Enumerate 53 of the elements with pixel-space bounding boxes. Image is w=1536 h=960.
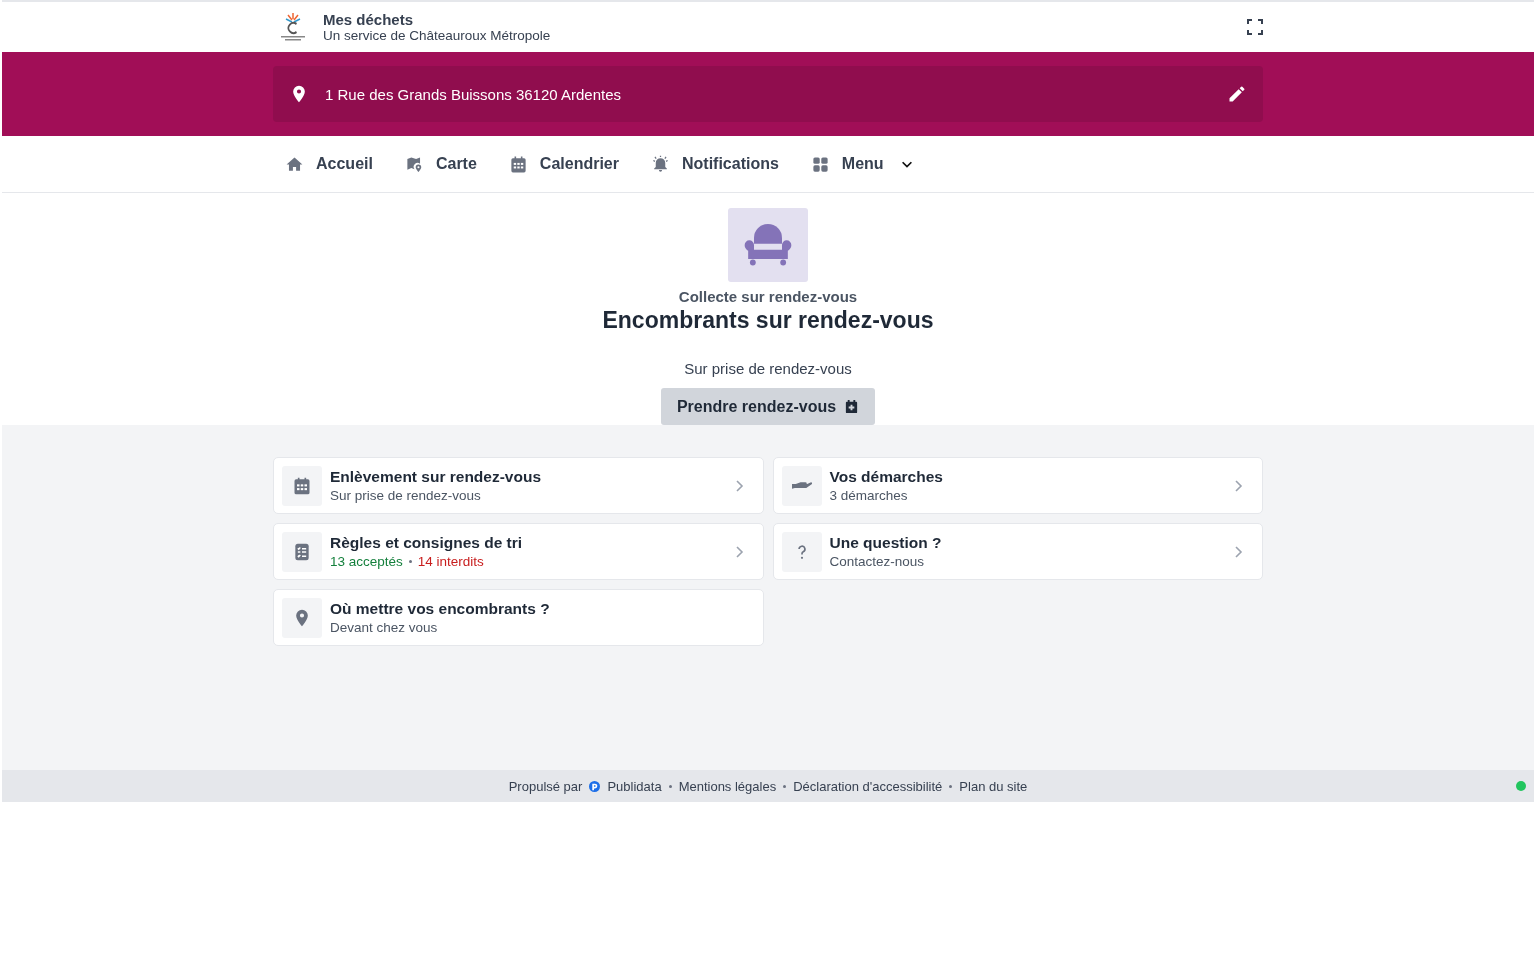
fullscreen-icon <box>1247 19 1263 35</box>
footer-link[interactable]: Plan du site <box>959 778 1028 794</box>
grid-icon <box>810 154 830 174</box>
card-subtitle: 3 démarches <box>829 488 909 503</box>
book-appointment-button[interactable]: Prendre rendez-vous <box>660 388 876 425</box>
nav-link[interactable]: Carte <box>404 154 477 174</box>
address-bar[interactable]: 1 Rue des Grands Buissons 36120 Ardentes <box>273 66 1263 122</box>
checklist-icon <box>292 541 312 562</box>
card-title: Enlèvement sur rendez-vous <box>330 468 543 486</box>
separator-dot <box>408 560 412 563</box>
nav-link[interactable]: Notifications <box>650 154 779 174</box>
calendar-plus-icon <box>844 399 860 414</box>
nav-link[interactable]: Calendrier <box>508 154 619 174</box>
service-card[interactable]: Enlèvement sur rendez-vous Sur prise de rendez-vous <box>273 457 764 514</box>
status-dot <box>1516 781 1526 791</box>
service-card[interactable]: Où mettre vos encombrants ? Devant chez vous <box>273 589 764 646</box>
pencil-icon <box>1227 84 1247 104</box>
nav-link[interactable]: Menu <box>810 154 914 174</box>
nav-link[interactable]: Accueil <box>285 154 373 174</box>
app-subtitle: Un service de Châteauroux Métropole <box>323 28 551 43</box>
house-icon <box>285 154 304 174</box>
calendar-icon <box>292 475 312 496</box>
powered-by-text: Propulsé par <box>508 778 583 794</box>
footer-link[interactable]: Déclaration d'accessibilité <box>793 778 943 794</box>
footer-link[interactable]: Publidata <box>607 778 662 794</box>
card-title: Une question ? <box>829 534 943 552</box>
count-text: 14 interdits <box>417 554 484 569</box>
service-card[interactable]: Une question ? Contactez-nous <box>772 523 1263 580</box>
count-text: 13 acceptés <box>330 554 403 569</box>
bell-icon <box>650 154 670 174</box>
card-subtitle: Contactez-nous <box>829 554 926 569</box>
address-text: 1 Rue des Grands Buissons 36120 Ardentes <box>325 85 623 103</box>
service-description: Sur prise de rendez-vous <box>684 360 852 377</box>
map-pin-icon <box>404 154 424 174</box>
card-subtitle: Sur prise de rendez-vous <box>330 488 482 503</box>
page-title: Encombrants sur rendez-vous <box>602 307 934 334</box>
edit-button[interactable] <box>1227 84 1247 104</box>
calendar-icon <box>508 154 528 174</box>
separator-dot <box>668 784 672 788</box>
app-title: Mes déchets <box>323 11 415 28</box>
card-subtitle: Devant chez vous <box>330 620 439 635</box>
card-title: Vos démarches <box>829 468 944 486</box>
fullscreen-button[interactable] <box>1247 19 1263 35</box>
hand-icon <box>791 481 812 490</box>
service-category: Collecte sur rendez-vous <box>678 288 858 305</box>
p-logo-icon <box>589 780 601 792</box>
separator-dot <box>949 784 953 788</box>
service-card[interactable]: Règles et consignes de tri 13 acceptés 14 interdits <box>273 523 764 580</box>
card-title: Où mettre vos encombrants ? <box>330 600 551 618</box>
card-title: Règles et consignes de tri <box>330 534 524 552</box>
separator-dot <box>783 784 787 788</box>
footer-link[interactable]: Mentions légales <box>678 778 777 794</box>
service-card[interactable]: Vos démarches 3 démarches <box>772 457 1263 514</box>
